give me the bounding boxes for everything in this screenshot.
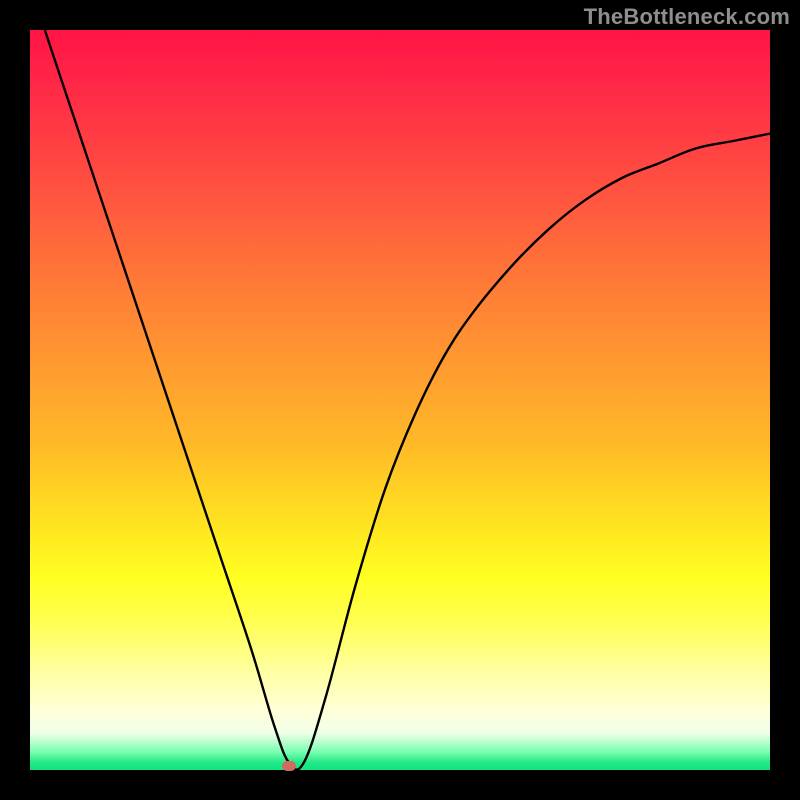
- optimum-marker: [282, 761, 296, 771]
- bottleneck-curve: [30, 30, 770, 770]
- watermark-text: TheBottleneck.com: [584, 4, 790, 30]
- chart-frame: TheBottleneck.com: [0, 0, 800, 800]
- plot-area: [30, 30, 770, 770]
- curve-path: [45, 30, 770, 770]
